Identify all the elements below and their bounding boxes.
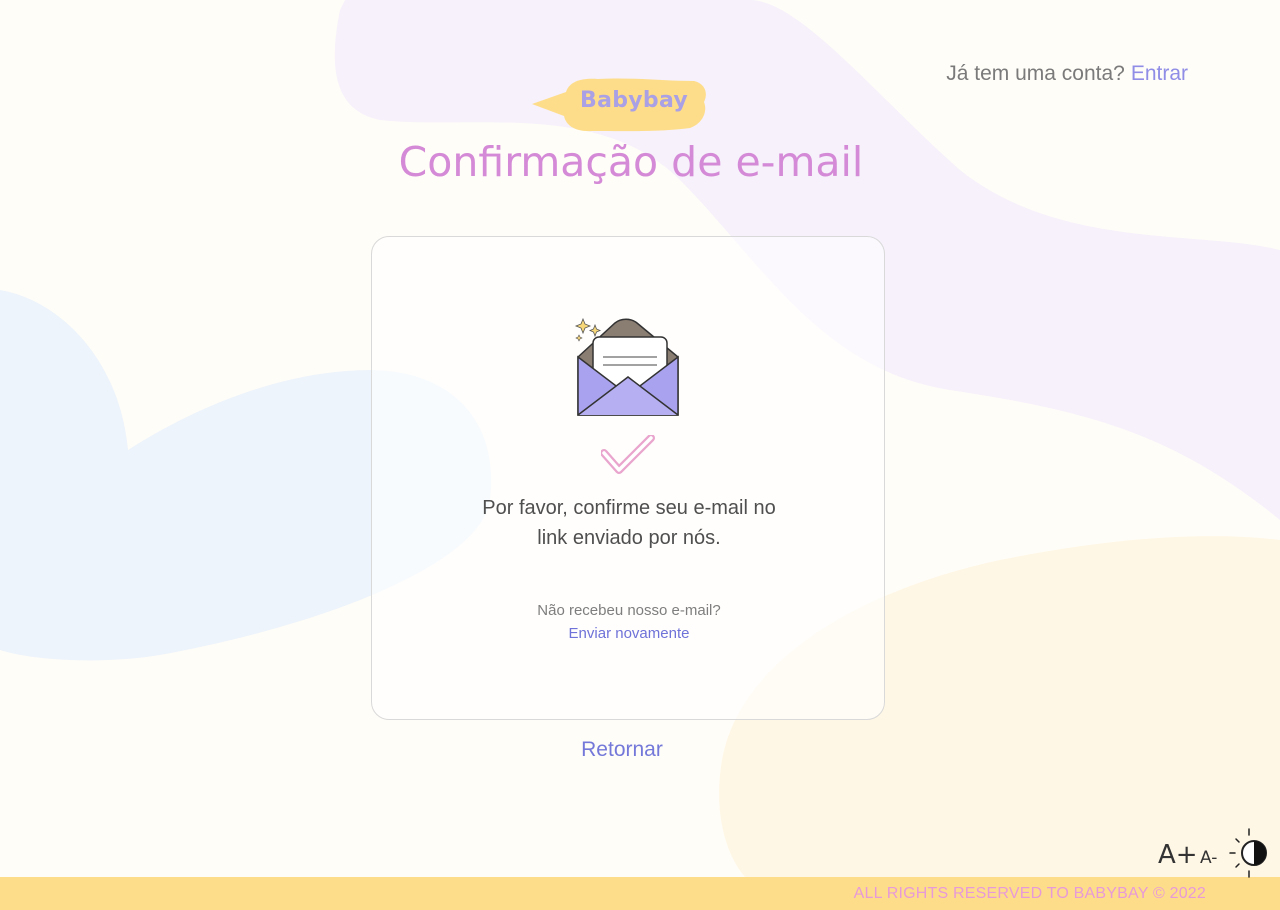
sparkle-icon xyxy=(588,323,602,338)
message-line-1: Por favor, confirme seu e-mail no xyxy=(482,497,776,519)
logo-text: Babybay xyxy=(580,88,689,113)
back-link[interactable]: Retornar xyxy=(0,738,1244,762)
footer: ALL RIGHTS RESERVED TO BABYBAY © 2022 xyxy=(0,877,1280,910)
open-envelope-icon xyxy=(574,317,679,416)
resend-email-link[interactable]: Enviar novamente xyxy=(569,625,690,642)
font-decrease-button[interactable]: A- xyxy=(1200,848,1217,868)
login-prompt: Já tem uma conta? Entrar xyxy=(946,62,1188,86)
confirmation-message: Por favor, confirme seu e-mail no link e… xyxy=(372,493,886,553)
contrast-icon[interactable] xyxy=(1228,828,1270,878)
footer-copyright: ALL RIGHTS RESERVED TO BABYBAY © 2022 xyxy=(853,885,1206,902)
resend-section: Não recebeu nosso e-mail? Enviar novamen… xyxy=(372,599,886,645)
message-line-2: link enviado por nós. xyxy=(537,527,721,549)
page-title: Confirmação de e-mail xyxy=(398,138,864,186)
account-question-text: Já tem uma conta? xyxy=(946,62,1125,85)
sparkle-icon xyxy=(574,317,592,335)
babybay-logo: Babybay xyxy=(532,76,710,134)
font-increase-button[interactable]: A+ xyxy=(1158,840,1198,870)
checkmark-icon xyxy=(601,435,655,474)
confirmation-card: Por favor, confirme seu e-mail no link e… xyxy=(371,236,885,720)
accessibility-controls: A+ A- xyxy=(1158,828,1270,878)
not-received-text: Não recebeu nosso e-mail? xyxy=(537,602,721,619)
login-link[interactable]: Entrar xyxy=(1131,62,1188,85)
